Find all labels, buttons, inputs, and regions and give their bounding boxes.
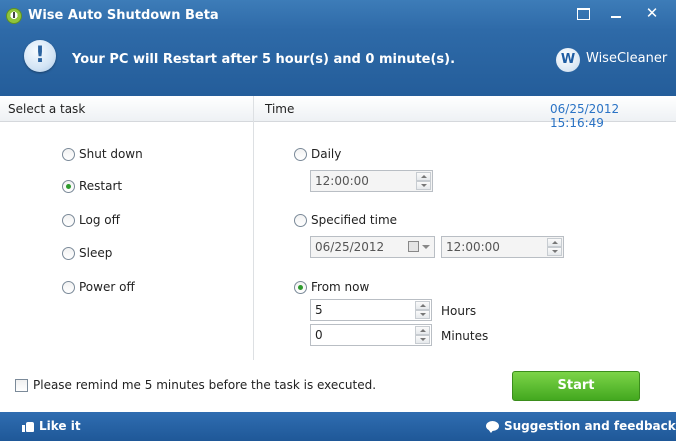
radio-button[interactable] xyxy=(294,147,307,161)
minutes-stepper[interactable]: 0 xyxy=(310,324,432,346)
hours-unit-label: Hours xyxy=(441,304,477,318)
section-header: Select a task Time 06/25/2012 15:16:49 xyxy=(0,96,676,130)
radio-button[interactable] xyxy=(294,280,307,294)
brand-name[interactable]: WiseCleaner xyxy=(586,51,667,66)
panel-divider xyxy=(253,96,254,360)
stepper-up-icon[interactable] xyxy=(415,326,430,335)
countdown-message: Your PC will Restart after 5 hour(s) and… xyxy=(72,52,456,67)
like-it-link[interactable]: Like it xyxy=(22,419,81,433)
time-radio-daily[interactable]: Daily xyxy=(294,145,341,163)
chevron-down-icon xyxy=(422,245,430,249)
radio-label: From now xyxy=(311,280,370,294)
radio-button[interactable] xyxy=(62,147,75,161)
time-radio-specified[interactable]: Specified time xyxy=(294,211,397,229)
like-label: Like it xyxy=(39,419,81,433)
title-bar: Wise Auto Shutdown Beta ✕ xyxy=(0,0,676,34)
task-radio-poweroff[interactable]: Power off xyxy=(62,278,135,296)
feedback-link[interactable]: Suggestion and feedback xyxy=(486,419,676,433)
radio-label: Power off xyxy=(79,280,135,294)
hours-value: 5 xyxy=(315,303,323,317)
stepper-up-icon[interactable] xyxy=(415,301,430,310)
stepper-down-icon[interactable] xyxy=(547,247,562,256)
feedback-label: Suggestion and feedback xyxy=(504,419,676,433)
stepper-up-icon[interactable] xyxy=(547,238,562,247)
stepper-up-icon[interactable] xyxy=(416,172,431,181)
remind-checkbox[interactable] xyxy=(15,378,28,392)
minutes-unit-label: Minutes xyxy=(441,329,489,343)
specified-date-picker[interactable]: 06/25/2012 xyxy=(310,236,435,258)
task-radio-sleep[interactable]: Sleep xyxy=(62,244,112,262)
footer-bar: Like it Suggestion and feedback xyxy=(0,412,676,441)
window-title: Wise Auto Shutdown Beta xyxy=(28,8,219,23)
radio-label: Log off xyxy=(79,213,120,227)
radio-button[interactable] xyxy=(62,179,75,193)
radio-button[interactable] xyxy=(294,213,307,227)
task-radio-shutdown[interactable]: Shut down xyxy=(62,145,143,163)
current-datetime: 06/25/2012 15:16:49 xyxy=(550,102,620,130)
specified-time-stepper[interactable]: 12:00:00 xyxy=(441,236,564,258)
stepper-down-icon[interactable] xyxy=(416,181,431,190)
calendar-dropdown[interactable] xyxy=(406,240,432,255)
time-radio-from-now[interactable]: From now xyxy=(294,278,369,296)
hours-stepper[interactable]: 5 xyxy=(310,299,432,321)
specified-time-value: 12:00:00 xyxy=(446,240,500,254)
app-clock-icon xyxy=(6,8,22,24)
stepper-down-icon[interactable] xyxy=(415,310,430,319)
start-button[interactable]: Start xyxy=(512,371,640,401)
info-icon: ! xyxy=(24,40,56,72)
radio-label: Specified time xyxy=(311,213,398,227)
remind-label: Please remind me 5 minutes before the ta… xyxy=(33,378,377,392)
minutes-value: 0 xyxy=(315,328,323,342)
stepper-down-icon[interactable] xyxy=(415,335,430,344)
daily-time-stepper[interactable]: 12:00:00 xyxy=(310,170,433,192)
time-section-title: Time xyxy=(265,102,295,116)
maximize-button[interactable] xyxy=(605,4,627,22)
close-button[interactable]: ✕ xyxy=(641,4,663,22)
minimize-button[interactable] xyxy=(572,4,594,22)
calendar-icon xyxy=(408,241,419,252)
specified-date-value: 06/25/2012 xyxy=(315,240,385,254)
task-radio-logoff[interactable]: Log off xyxy=(62,211,120,229)
radio-label: Daily xyxy=(311,147,342,161)
task-radio-restart[interactable]: Restart xyxy=(62,177,122,195)
radio-button[interactable] xyxy=(62,280,75,294)
radio-button[interactable] xyxy=(62,246,75,260)
wisecleaner-logo-icon[interactable]: W xyxy=(556,48,580,72)
radio-label: Shut down xyxy=(79,147,143,161)
thumbs-up-icon xyxy=(22,420,34,432)
remind-checkbox-row[interactable]: Please remind me 5 minutes before the ta… xyxy=(15,378,376,392)
daily-time-value: 12:00:00 xyxy=(315,174,369,188)
radio-button[interactable] xyxy=(62,213,75,227)
radio-label: Restart xyxy=(79,179,123,193)
task-section-title: Select a task xyxy=(8,102,86,116)
chat-icon xyxy=(486,421,499,433)
radio-label: Sleep xyxy=(79,246,113,260)
